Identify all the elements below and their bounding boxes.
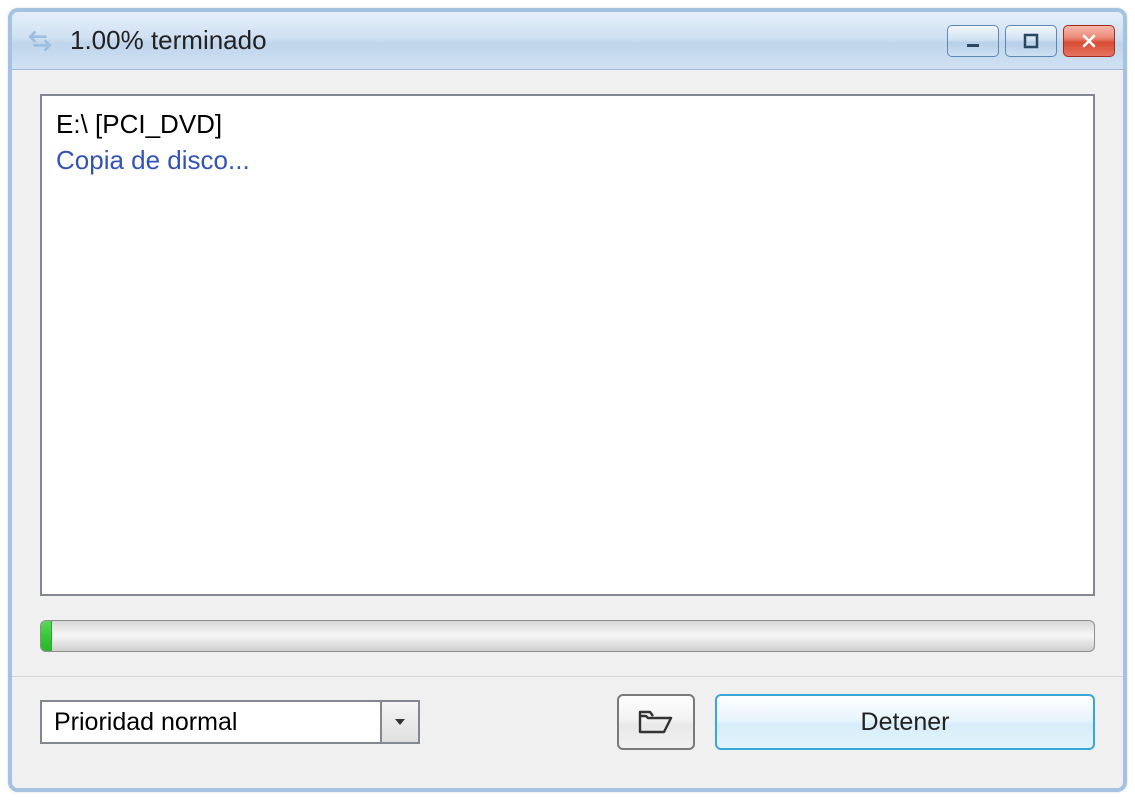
progress-window: 1.00% terminado E:\ [PCI_DVD] Copia de d… (8, 8, 1127, 792)
close-button[interactable] (1063, 25, 1115, 57)
stop-button-label: Detener (861, 708, 950, 737)
open-folder-icon (638, 708, 674, 736)
log-status-text: Copia de disco... (56, 142, 1079, 178)
bottom-bar: Prioridad normal Detener (12, 678, 1123, 788)
open-folder-button[interactable] (617, 694, 695, 750)
priority-select[interactable]: Prioridad normal (40, 700, 420, 744)
maximize-button[interactable] (1005, 25, 1057, 57)
app-icon (26, 27, 54, 55)
minimize-button[interactable] (947, 25, 999, 57)
window-title: 1.00% terminado (70, 25, 931, 56)
progress-bar (40, 620, 1095, 652)
client-area: E:\ [PCI_DVD] Copia de disco... (12, 70, 1123, 678)
priority-selected-value: Prioridad normal (42, 708, 380, 737)
progress-fill (41, 621, 52, 651)
titlebar[interactable]: 1.00% terminado (12, 12, 1123, 70)
stop-button[interactable]: Detener (715, 694, 1095, 750)
log-box: E:\ [PCI_DVD] Copia de disco... (40, 94, 1095, 596)
chevron-down-icon[interactable] (380, 702, 418, 742)
window-controls (947, 25, 1115, 57)
log-source-path: E:\ [PCI_DVD] (56, 106, 1079, 142)
